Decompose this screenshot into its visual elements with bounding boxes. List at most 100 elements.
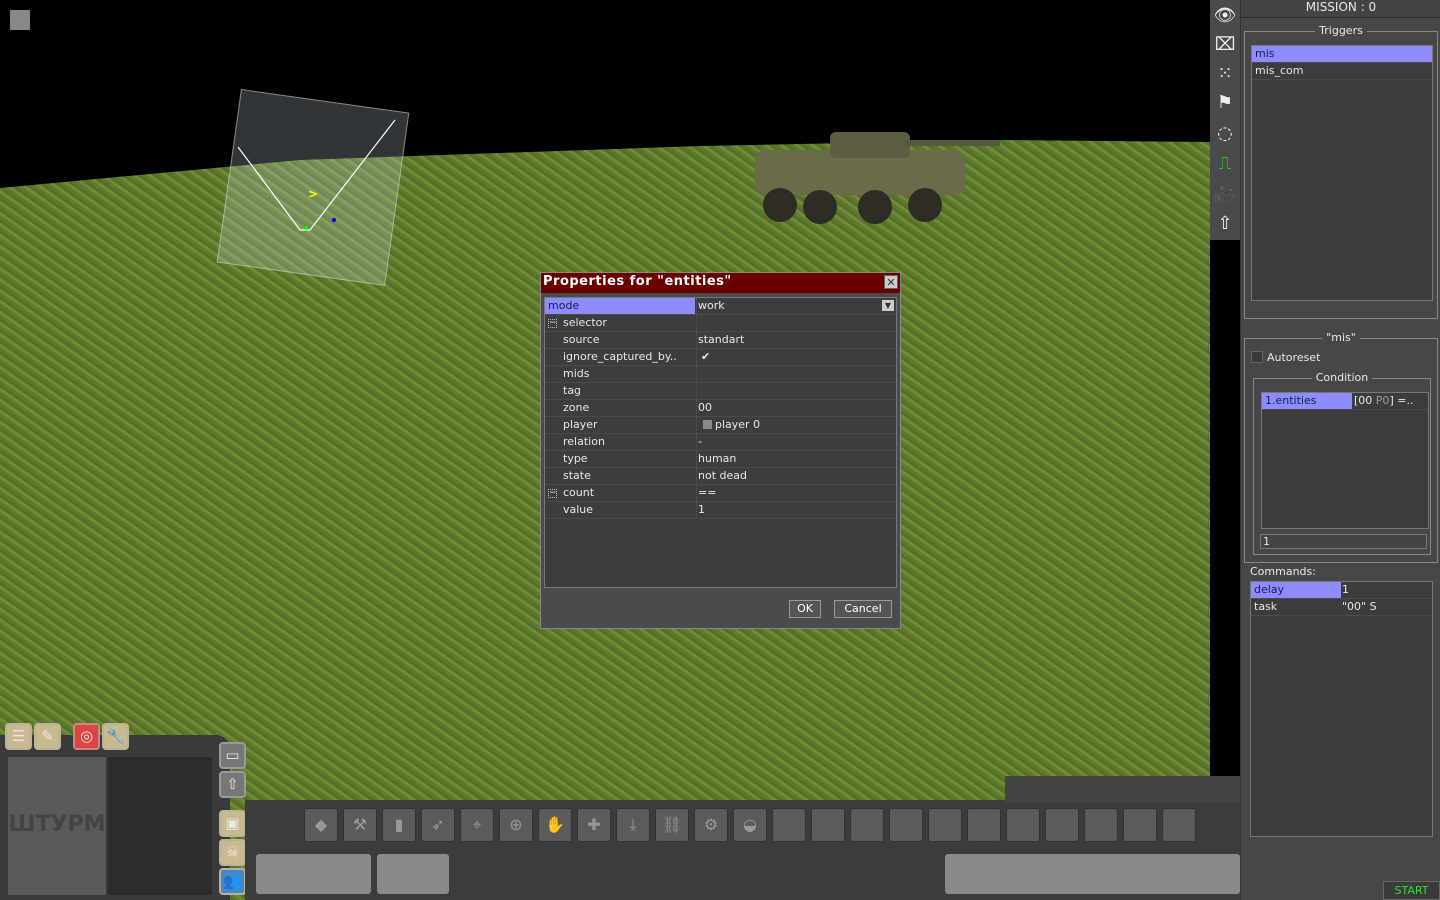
empty-slot[interactable] [1123,808,1157,842]
collapse-icon[interactable]: − [548,489,557,498]
arrow-up-icon[interactable]: ⇧ [1213,212,1237,236]
viewport-corner-button[interactable] [10,10,30,30]
property-row-ignore-captured[interactable]: ignore_captured_by.. ✔ [545,349,896,366]
crate-icon[interactable]: ▣ [219,810,246,837]
property-key: selector [563,316,607,329]
property-row-mids[interactable]: mids [545,366,896,383]
game-logo: ШТУРМ [8,757,106,895]
list-icon[interactable]: ☰ [5,723,32,750]
rocket-slot[interactable]: ➶ [421,808,455,842]
cancel-button[interactable]: Cancel [834,600,892,618]
eraser-icon[interactable]: ⌧ [1213,33,1237,57]
list-item[interactable]: delay 1 [1251,582,1432,599]
upload-icon[interactable]: ⇧ [219,771,246,798]
aim-slot[interactable]: ⊕ [499,808,533,842]
players-icon[interactable]: 👥 [219,868,246,895]
camera-icon[interactable]: 🎥 [1213,182,1237,206]
medkit-slot[interactable]: ✚ [577,808,611,842]
info-box [945,854,1240,894]
empty-slot[interactable] [1045,808,1079,842]
circle-zone-icon[interactable]: ◌ [1213,122,1237,146]
command-name: task [1254,600,1278,613]
triggers-list[interactable]: mis mis_com [1251,45,1433,301]
hand-slot[interactable]: ✋ [538,808,572,842]
empty-slot[interactable] [1162,808,1196,842]
compass-icon[interactable]: ◎ [73,723,100,750]
empty-slot[interactable] [772,808,806,842]
property-value[interactable] [696,383,896,399]
property-row-mode[interactable]: mode work ▼ [545,298,896,315]
grenade-slot[interactable]: ◆ [304,808,338,842]
skull-icon[interactable]: ☠ [219,839,246,866]
link-slot[interactable]: ⛓ [655,808,689,842]
pencil-icon[interactable]: ✎ [34,723,61,750]
properties-dialog: Properties for "entities" ✕ mode work ▼ − s… [540,272,901,629]
empty-slot[interactable] [928,808,962,842]
editor-toolbar: 👁 ⌧ ⁙ ⚑ ◌ ⎍ 🎥 ⇧ [1210,0,1240,240]
explosive-slot[interactable]: ▮ [382,808,416,842]
property-key: mids [563,367,590,380]
property-row-count[interactable]: − count == [545,485,896,502]
property-row-value[interactable]: value 1 [545,502,896,519]
wrench-icon[interactable]: 🔧 [102,723,129,750]
property-value[interactable]: == [696,485,896,501]
eye-icon[interactable]: 👁 [1213,4,1237,28]
panel-title: MISSION : 0 [1241,0,1440,18]
target-slot[interactable]: ⌖ [460,808,494,842]
checkbox-checked[interactable]: ✔ [696,349,896,365]
list-item[interactable]: mis_com [1252,63,1432,80]
property-row-source[interactable]: source standart [545,332,896,349]
dropdown-value: work [698,299,725,312]
property-value[interactable] [696,366,896,382]
condition-value: [00 [1354,394,1376,407]
grid-select-icon[interactable]: ⁙ [1213,62,1237,86]
empty-slot[interactable] [811,808,845,842]
property-value[interactable]: - [696,434,896,450]
property-value [696,315,896,331]
info-box [256,854,371,894]
player-name: player 0 [715,418,761,431]
property-row-state[interactable]: state not dead [545,468,896,485]
property-row-selector[interactable]: − selector [545,315,896,332]
ok-button[interactable]: OK [789,600,821,618]
empty-slot[interactable] [1006,808,1040,842]
list-item[interactable]: 1.entities [00 P0] =.. [1262,393,1428,410]
property-value[interactable]: player 0 [696,417,896,433]
list-item[interactable]: task "00" S [1251,599,1432,616]
empty-slot[interactable] [967,808,1001,842]
hammer-slot[interactable]: ⚒ [343,808,377,842]
chevron-down-icon[interactable]: ▼ [882,300,894,311]
collapse-icon[interactable]: − [548,319,557,328]
tools-slot[interactable]: ⚙ [694,808,728,842]
property-row-relation[interactable]: relation - [545,434,896,451]
property-value[interactable]: 00 [696,400,896,416]
property-value[interactable]: standart [696,332,896,348]
armored-car[interactable] [735,110,1005,225]
brick-icon[interactable]: ▭ [219,742,246,769]
property-value[interactable]: human [696,451,896,467]
start-button[interactable]: START [1383,881,1440,900]
property-row-type[interactable]: type human [545,451,896,468]
mine-slot[interactable]: ◒ [733,808,767,842]
autoreset-checkbox[interactable] [1251,351,1263,363]
empty-slot[interactable] [1084,808,1118,842]
trigger-group: "mis" Autoreset Condition 1.entities [00 … [1244,331,1438,563]
mode-dropdown[interactable]: work ▼ [696,298,896,314]
property-key: type [563,452,588,465]
empty-slot[interactable] [889,808,923,842]
drop-slot[interactable]: ⤓ [616,808,650,842]
property-row-zone[interactable]: zone 00 [545,400,896,417]
empty-slot[interactable] [850,808,884,842]
property-row-player[interactable]: player player 0 [545,417,896,434]
close-button[interactable]: ✕ [884,275,898,289]
condition-expression-input[interactable]: 1 [1260,534,1427,549]
flag-icon[interactable]: ⚑ [1213,91,1237,115]
property-row-tag[interactable]: tag [545,383,896,400]
list-item[interactable]: mis [1252,46,1432,63]
condition-list[interactable]: 1.entities [00 P0] =.. [1261,392,1429,529]
trigger-icon[interactable]: ⎍ [1213,152,1237,176]
property-value[interactable]: not dead [696,468,896,484]
property-value[interactable]: 1 [696,502,896,518]
commands-list[interactable]: delay 1 task "00" S [1250,581,1433,837]
group-label: Condition [1311,371,1373,384]
